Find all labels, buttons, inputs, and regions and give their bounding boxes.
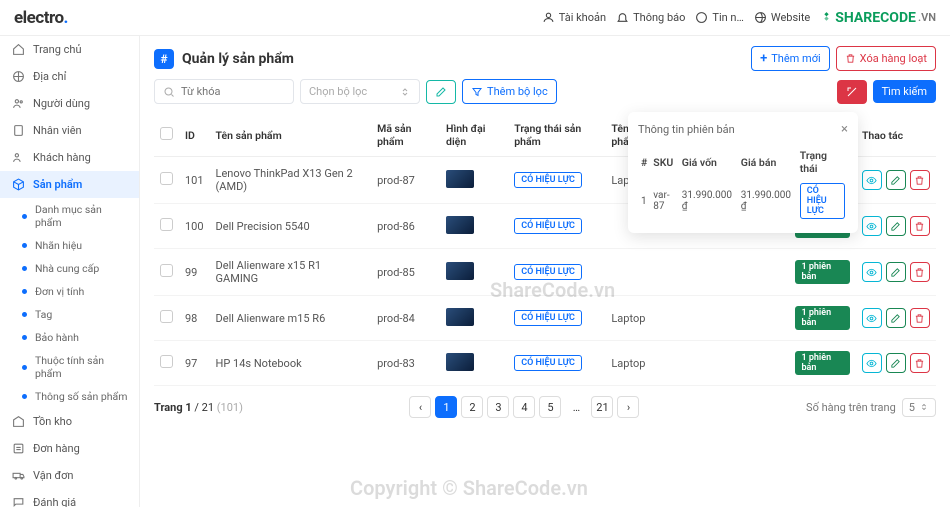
sidebar-item-stock[interactable]: Tồn kho: [0, 408, 139, 435]
delete-button[interactable]: [910, 262, 930, 282]
status-badge: CÓ HIỆU LỰC: [514, 172, 582, 188]
pagination: ‹12345…21›: [409, 396, 639, 418]
nav-news[interactable]: Tin n…: [695, 11, 743, 24]
pager-page[interactable]: 3: [487, 396, 509, 418]
pager-page[interactable]: 1: [435, 396, 457, 418]
thumbnail: [446, 262, 474, 280]
sharecode-badge: SHARECODE.VN: [820, 10, 936, 26]
add-button[interactable]: +Thêm mới: [751, 46, 830, 71]
row-checkbox[interactable]: [160, 310, 173, 323]
status-badge: CÓ HIỆU LỰC: [514, 264, 582, 280]
thumbnail: [446, 216, 474, 234]
pager-page[interactable]: 2: [461, 396, 483, 418]
pager-page[interactable]: …: [565, 396, 587, 418]
add-filter-button[interactable]: Thêm bộ lọc: [462, 79, 557, 104]
edit-button[interactable]: [886, 308, 906, 328]
thumbnail: [446, 353, 474, 371]
delete-batch-button[interactable]: Xóa hàng loạt: [836, 46, 936, 71]
rpp-label: Số hàng trên trang: [806, 401, 896, 414]
pager-prev[interactable]: ‹: [409, 396, 431, 418]
popover-row: 1var-8731.990.000 ₫31.990.000 ₫CÓ HIỆU L…: [638, 179, 848, 223]
thumbnail: [446, 308, 474, 326]
sidebar: Trang chủ Địa chỉ Người dùng Nhân viên K…: [0, 36, 140, 507]
view-button[interactable]: [862, 353, 882, 373]
sidebar-sub-spec[interactable]: Thông số sản phẩm: [0, 385, 139, 408]
rpp-select[interactable]: 5: [902, 398, 936, 417]
status-badge: CÓ HIỆU LỰC: [514, 218, 582, 234]
edit-filter-button[interactable]: [426, 80, 456, 104]
table-row: 97HP 14s Notebookprod-83 CÓ HIỆU LỰC Lap…: [154, 341, 936, 386]
version-badge[interactable]: 1 phiên bản: [795, 260, 849, 284]
version-badge[interactable]: 1 phiên bản: [795, 351, 849, 375]
view-button[interactable]: [862, 216, 882, 236]
sidebar-item-staff[interactable]: Nhân viên: [0, 117, 139, 144]
sidebar-item-review[interactable]: Đánh giá: [0, 489, 139, 507]
view-button[interactable]: [862, 308, 882, 328]
view-button[interactable]: [862, 170, 882, 190]
sidebar-sub-category[interactable]: Danh mục sản phẩm: [0, 198, 139, 234]
sidebar-sub-unit[interactable]: Đơn vị tính: [0, 280, 139, 303]
sidebar-item-users[interactable]: Người dùng: [0, 90, 139, 117]
sidebar-item-ship[interactable]: Vận đơn: [0, 462, 139, 489]
status-badge: CÓ HIỆU LỰC: [514, 355, 582, 371]
close-icon[interactable]: ×: [841, 122, 848, 137]
table-row: 98Dell Alienware m15 R6prod-84 CÓ HIỆU L…: [154, 296, 936, 341]
delete-button[interactable]: [910, 216, 930, 236]
edit-button[interactable]: [886, 170, 906, 190]
nav-notify[interactable]: Thông báo: [616, 11, 685, 24]
sidebar-sub-warranty[interactable]: Bảo hành: [0, 326, 139, 349]
sidebar-sub-attribute[interactable]: Thuộc tính sản phẩm: [0, 349, 139, 385]
status-badge: CÓ HIỆU LỰC: [514, 310, 582, 326]
pager-page[interactable]: 4: [513, 396, 535, 418]
select-all-checkbox[interactable]: [160, 127, 173, 140]
keyword-input[interactable]: [154, 79, 294, 104]
nav-account[interactable]: Tài khoản: [542, 11, 606, 24]
pager-page[interactable]: 21: [591, 396, 613, 418]
edit-button[interactable]: [886, 216, 906, 236]
sidebar-item-address[interactable]: Địa chỉ: [0, 63, 139, 90]
edit-button[interactable]: [886, 262, 906, 282]
row-checkbox[interactable]: [160, 218, 173, 231]
sidebar-item-order[interactable]: Đơn hàng: [0, 435, 139, 462]
delete-button[interactable]: [910, 308, 930, 328]
pager-page[interactable]: 5: [539, 396, 561, 418]
sidebar-sub-brand[interactable]: Nhãn hiệu: [0, 234, 139, 257]
delete-button[interactable]: [910, 353, 930, 373]
logo[interactable]: electro.: [14, 8, 68, 28]
version-badge[interactable]: 1 phiên bản: [795, 306, 849, 330]
nav-website[interactable]: Website: [754, 11, 810, 24]
row-checkbox[interactable]: [160, 172, 173, 185]
search-button[interactable]: Tìm kiếm: [873, 80, 936, 103]
view-button[interactable]: [862, 262, 882, 282]
page-title: #Quản lý sản phẩm: [154, 49, 294, 69]
sidebar-item-customer[interactable]: Khách hàng: [0, 144, 139, 171]
version-popover: Thông tin phiên bản× #SKUGiá vốnGiá bánT…: [628, 112, 858, 233]
thumbnail: [446, 170, 474, 188]
page-info: Trang 1 / 21 (101): [154, 401, 243, 414]
pager-next[interactable]: ›: [617, 396, 639, 418]
sidebar-sub-supplier[interactable]: Nhà cung cấp: [0, 257, 139, 280]
edit-button[interactable]: [886, 353, 906, 373]
delete-button[interactable]: [910, 170, 930, 190]
clear-button[interactable]: [837, 80, 867, 104]
row-checkbox[interactable]: [160, 264, 173, 277]
sidebar-item-home[interactable]: Trang chủ: [0, 36, 139, 63]
sidebar-sub-tag[interactable]: Tag: [0, 303, 139, 326]
table-row: 99Dell Alienware x15 R1 GAMINGprod-85 CÓ…: [154, 249, 936, 296]
row-checkbox[interactable]: [160, 355, 173, 368]
filter-select[interactable]: Chọn bộ lọc: [300, 79, 420, 104]
sidebar-item-product[interactable]: Sản phẩm: [0, 171, 139, 198]
